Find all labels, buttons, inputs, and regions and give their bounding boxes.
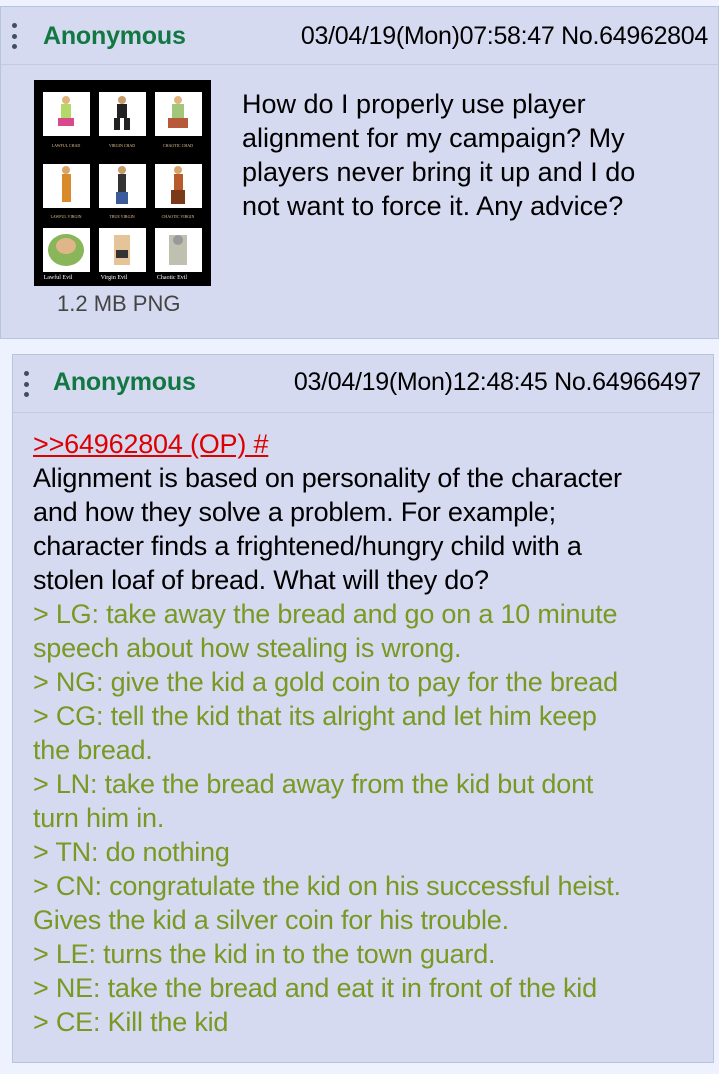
greentext-line: > TN: do nothing <box>33 837 230 867</box>
reply-post-header: Anonymous 03/04/19(Mon)12:48:45 No.64966… <box>13 355 713 413</box>
post-meta[interactable]: 03/04/19(Mon)07:58:47 No.64962804 <box>301 22 708 51</box>
thumb-label-lawful-evil: Lawful Evil <box>44 274 73 281</box>
post-text-line: players never bring it up and I do <box>242 157 636 187</box>
post-menu-icon[interactable] <box>11 23 17 49</box>
poster-name: Anonymous <box>53 368 196 396</box>
thumb-label-virgin-evil: Virgin Evil <box>101 275 128 281</box>
greentext-line: Gives the kid a silver coin for his trou… <box>33 905 509 935</box>
greentext-line: > CE: Kill the kid <box>33 1007 229 1037</box>
greentext-line: the bread. <box>33 735 153 765</box>
greentext-line: turn him in. <box>33 803 165 833</box>
post-text-line: stolen loaf of bread. What will they do? <box>33 565 489 595</box>
greentext-line: > LG: take away the bread and go on a 10… <box>33 599 618 629</box>
greentext-line: > LE: turns the kid in to the town guard… <box>33 939 496 969</box>
op-post-body: How do I properly use player alignment f… <box>242 87 702 223</box>
greentext-line: > CN: congratulate the kid on his succes… <box>33 871 621 901</box>
greentext-line: > CG: tell the kid that its alright and … <box>33 701 597 731</box>
post-text-line: and how they solve a problem. For exampl… <box>33 497 556 527</box>
greentext-line: > LN: take the bread away from the kid b… <box>33 769 594 799</box>
post-thumbnail[interactable]: LAWFUL CHAD VIRGIN CHAD CHAOTIC CHAD LAW… <box>34 80 211 286</box>
thumb-label-virgin-chad: VIRGIN CHAD <box>109 143 135 148</box>
post-text-line: How do I properly use player <box>242 89 586 119</box>
thumb-label-true-virgin: TRUE VIRGIN <box>109 214 134 219</box>
post-text-line: not want to force it. Any advice? <box>242 191 624 221</box>
greentext-line: speech about how stealing is wrong. <box>33 633 462 663</box>
thumb-label-lawful-virgin: LAWFUL VIRGIN <box>50 214 81 219</box>
thumb-label-chaotic-virgin: CHAOTIC VIRGIN <box>162 214 195 219</box>
greentext-line: > NE: take the bread and eat it in front… <box>33 973 597 1003</box>
post-text-line: character finds a frightened/hungry chil… <box>33 531 582 561</box>
poster-name: Anonymous <box>43 22 186 50</box>
post-meta[interactable]: 03/04/19(Mon)12:48:45 No.64966497 <box>294 368 701 397</box>
post-text-line: alignment for my campaign? My <box>242 123 625 153</box>
post-menu-icon[interactable] <box>23 371 29 397</box>
quote-link[interactable]: >>64962804 (OP) # <box>33 427 703 461</box>
op-post-header: Anonymous 03/04/19(Mon)07:58:47 No.64962… <box>1 7 718 65</box>
reply-post-body: >>64962804 (OP) # Alignment is based on … <box>33 427 703 1039</box>
thumb-label-lawful-chad: LAWFUL CHAD <box>52 143 81 148</box>
greentext-line: > NG: give the kid a gold coin to pay fo… <box>33 667 618 697</box>
file-info: 1.2 MB PNG <box>57 291 181 316</box>
op-post: Anonymous 03/04/19(Mon)07:58:47 No.64962… <box>0 6 719 339</box>
post-text-line: Alignment is based on personality of the… <box>33 463 622 493</box>
reply-post: Anonymous 03/04/19(Mon)12:48:45 No.64966… <box>12 354 714 1063</box>
thumb-label-chaotic-evil: Chaotic Evil <box>157 275 187 281</box>
thumb-label-chaotic-chad: CHAOTIC CHAD <box>163 143 193 148</box>
